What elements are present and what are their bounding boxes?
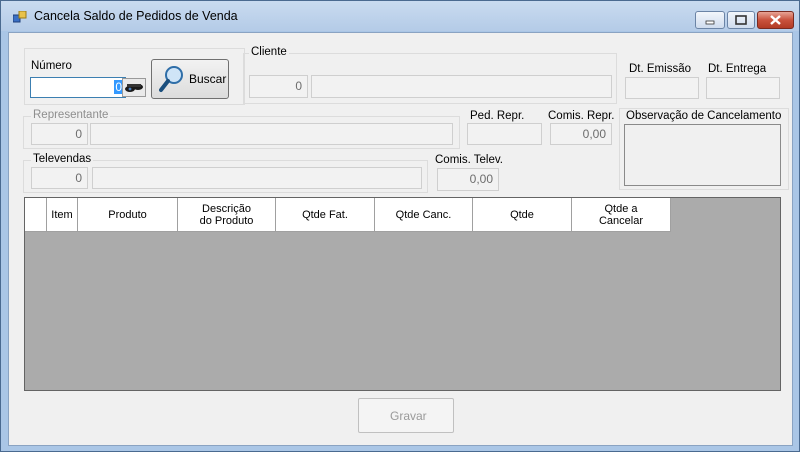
- lookup-button[interactable]: [122, 78, 146, 97]
- gravar-label: Gravar: [390, 409, 427, 423]
- col-produto[interactable]: Produto: [78, 198, 178, 232]
- maximize-icon: [735, 15, 747, 25]
- col-item[interactable]: Item: [47, 198, 78, 232]
- comis-repr-label: Comis. Repr.: [548, 110, 615, 122]
- televendas-code-field: 0: [31, 167, 88, 189]
- observacao-textarea[interactable]: [624, 124, 781, 186]
- dt-entrega-field: [706, 77, 780, 99]
- gravar-button[interactable]: Gravar: [358, 398, 454, 433]
- minimize-icon: [705, 20, 715, 25]
- col-qtde-canc[interactable]: Qtde Canc.: [375, 198, 473, 232]
- app-icon: [13, 11, 27, 23]
- grid-header: Item Produto Descrição do Produto Qtde F…: [25, 198, 671, 232]
- dt-emissao-label: Dt. Emissão: [629, 63, 691, 75]
- search-icon: [159, 66, 183, 92]
- cliente-label: Cliente: [249, 46, 289, 58]
- col-qtde[interactable]: Qtde: [473, 198, 572, 232]
- dt-entrega-label: Dt. Entrega: [708, 63, 767, 75]
- cliente-name-field: [311, 75, 612, 98]
- cliente-code-field: 0: [249, 75, 308, 98]
- representante-label: Representante: [31, 109, 111, 121]
- comis-repr-field: 0,00: [550, 123, 612, 145]
- col-qtde-a-cancelar[interactable]: Qtde a Cancelar: [572, 198, 671, 232]
- buscar-label: Buscar: [189, 72, 227, 86]
- numero-label: Número: [31, 60, 72, 72]
- televendas-name-field: [92, 167, 422, 189]
- buscar-button[interactable]: Buscar: [151, 59, 229, 99]
- items-grid[interactable]: Item Produto Descrição do Produto Qtde F…: [24, 197, 781, 391]
- minimize-button[interactable]: [695, 11, 725, 29]
- row-header-corner: [25, 198, 47, 232]
- comis-telev-field: 0,00: [437, 168, 499, 191]
- binoculars-icon: [125, 84, 143, 92]
- title-bar[interactable]: Cancela Saldo de Pedidos de Venda: [1, 1, 799, 31]
- close-icon: [770, 15, 781, 25]
- app-window: Cancela Saldo de Pedidos de Venda Número…: [0, 0, 800, 452]
- col-qtde-fat[interactable]: Qtde Fat.: [276, 198, 375, 232]
- televendas-label: Televendas: [31, 153, 94, 165]
- col-descricao[interactable]: Descrição do Produto: [178, 198, 276, 232]
- close-button[interactable]: [757, 11, 794, 29]
- observacao-label: Observação de Cancelamento: [626, 110, 782, 122]
- window-title: Cancela Saldo de Pedidos de Venda: [34, 9, 238, 23]
- representante-name-field: [90, 123, 453, 145]
- comis-telev-label: Comis. Telev.: [435, 154, 503, 166]
- dt-emissao-field: [625, 77, 699, 99]
- numero-input[interactable]: 0: [30, 77, 126, 98]
- ped-repr-field: [467, 123, 542, 145]
- ped-repr-label: Ped. Repr.: [470, 110, 525, 122]
- maximize-button[interactable]: [727, 11, 755, 29]
- representante-code-field: 0: [31, 123, 88, 145]
